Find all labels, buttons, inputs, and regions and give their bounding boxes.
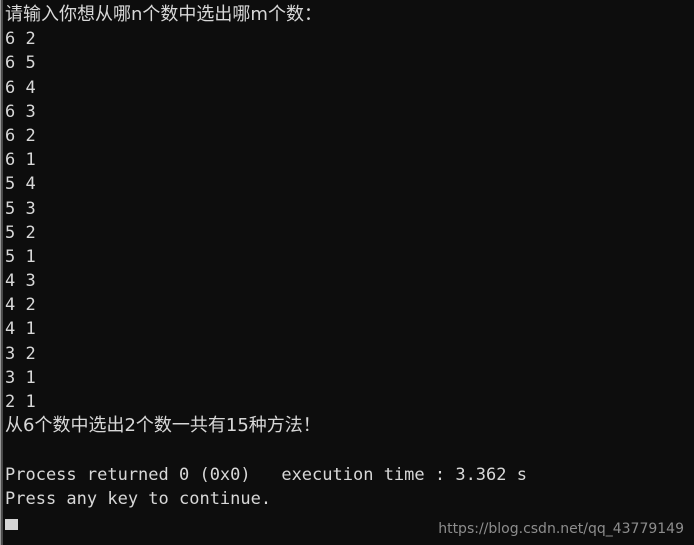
pair-line: 3 1 <box>5 367 36 388</box>
pair-line: 5 1 <box>5 246 36 267</box>
pair-line: 6 4 <box>5 77 36 98</box>
press-any-key-line: Press any key to continue. <box>5 488 272 509</box>
pair-line: 6 1 <box>5 150 36 171</box>
pair-line: 2 1 <box>5 392 36 412</box>
pair-line: 5 4 <box>5 174 36 195</box>
pair-line: 4 3 <box>5 271 36 292</box>
process-returned-line: Process returned 0 (0x0) execution time … <box>5 464 527 485</box>
pair-line: 3 2 <box>5 343 36 364</box>
pair-line: 6 5 <box>5 53 36 74</box>
prompt-line: 请输入你想从哪n个数中选出哪m个数： <box>5 4 322 25</box>
pair-line: 6 2 <box>5 29 36 50</box>
pair-line: 4 1 <box>5 319 36 340</box>
watermark-url: https://blog.csdn.net/qq_43779149 <box>438 521 684 537</box>
pair-line: 4 2 <box>5 295 36 316</box>
console-output-area[interactable]: 请输入你想从哪n个数中选出哪m个数： 6 2 6 5 6 4 6 3 6 2 6… <box>3 0 694 545</box>
pair-line: 6 3 <box>5 101 36 122</box>
console-window[interactable]: 请输入你想从哪n个数中选出哪m个数： 6 2 6 5 6 4 6 3 6 2 6… <box>0 0 694 545</box>
pair-line: 5 2 <box>5 222 36 243</box>
pair-line: 6 2 <box>5 125 36 146</box>
summary-line: 从6个数中选出2个数一共有15种方法！ <box>5 415 321 437</box>
pair-line: 5 3 <box>5 198 36 219</box>
text-cursor <box>5 519 18 530</box>
